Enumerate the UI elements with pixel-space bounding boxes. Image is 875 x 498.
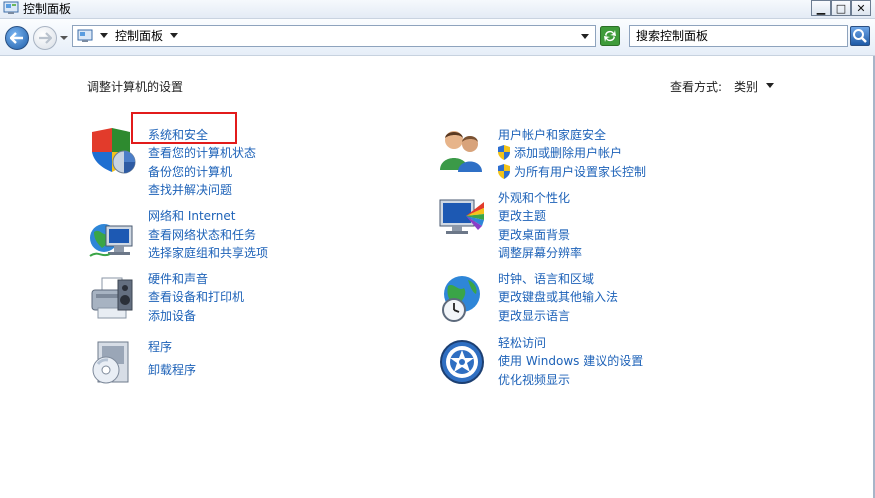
search-icon: [853, 29, 867, 43]
arrow-left-icon: [10, 32, 23, 44]
uac-shield-icon: [498, 145, 510, 160]
monitor-palette-icon[interactable]: [438, 194, 486, 242]
address-bar: 控制面板 搜索控制面板: [0, 19, 875, 56]
programs-disc-icon[interactable]: [88, 338, 136, 386]
clock-globe-icon[interactable]: [438, 274, 486, 322]
address-history-dropdown-icon[interactable]: [581, 33, 589, 41]
page-title: 调整计算机的设置: [87, 80, 184, 94]
category-title-ease-of-access[interactable]: 轻松访问: [498, 335, 546, 351]
link-find-fix-problems[interactable]: 查找并解决问题: [148, 182, 232, 198]
link-view-computer-status[interactable]: 查看您的计算机状态: [148, 145, 256, 161]
link-windows-recommended-settings[interactable]: 使用 Windows 建议的设置: [498, 353, 643, 369]
breadcrumb-arrow-icon[interactable]: [100, 32, 108, 40]
category-title-user-accounts[interactable]: 用户帐户和家庭安全: [498, 127, 606, 143]
content-area: 调整计算机的设置 查看方式: 类别 系统和安全 查看您的计算机状态 备份您的计算…: [0, 56, 875, 498]
arrow-right-icon: [39, 32, 52, 44]
users-icon[interactable]: [438, 126, 486, 174]
link-network-status[interactable]: 查看网络状态和任务: [148, 227, 256, 243]
category-title-programs[interactable]: 程序: [148, 339, 172, 355]
link-change-input-method[interactable]: 更改键盘或其他输入法: [498, 289, 618, 305]
forward-button[interactable]: [33, 26, 57, 50]
window-title: 控制面板: [23, 2, 72, 16]
ease-of-access-icon[interactable]: [438, 338, 486, 386]
network-globe-icon[interactable]: [88, 214, 136, 262]
search-input[interactable]: 搜索控制面板: [629, 25, 848, 47]
uac-shield-icon: [498, 164, 510, 179]
view-by-label: 查看方式:: [670, 80, 723, 94]
view-by-dropdown[interactable]: 类别: [734, 78, 758, 95]
link-display-language[interactable]: 更改显示语言: [498, 308, 570, 324]
security-shield-icon[interactable]: [88, 126, 136, 174]
link-change-theme[interactable]: 更改主题: [498, 208, 546, 224]
category-title-network[interactable]: 网络和 Internet: [148, 208, 235, 224]
breadcrumb-arrow-icon[interactable]: [170, 32, 178, 40]
link-parental-controls[interactable]: 为所有用户设置家长控制: [514, 164, 646, 180]
control-panel-icon: [3, 1, 19, 14]
minimize-button[interactable]: ▁: [811, 0, 831, 16]
link-add-remove-accounts[interactable]: 添加或删除用户帐户: [514, 145, 622, 161]
chevron-down-icon[interactable]: [766, 83, 774, 89]
category-title-clock-language[interactable]: 时钟、语言和区域: [498, 271, 594, 287]
category-title-hardware-sound[interactable]: 硬件和声音: [148, 271, 208, 287]
control-panel-small-icon: [77, 29, 93, 42]
annotation-highlight-box: [131, 112, 237, 144]
printer-icon[interactable]: [88, 274, 136, 322]
category-title-appearance[interactable]: 外观和个性化: [498, 190, 570, 206]
link-devices-printers[interactable]: 查看设备和打印机: [148, 289, 244, 305]
search-button[interactable]: [850, 26, 870, 46]
link-add-device[interactable]: 添加设备: [148, 308, 196, 324]
link-change-background[interactable]: 更改桌面背景: [498, 227, 570, 243]
link-screen-resolution[interactable]: 调整屏幕分辨率: [498, 245, 582, 261]
close-button[interactable]: ✕: [851, 0, 871, 16]
address-path[interactable]: 控制面板: [72, 25, 596, 47]
breadcrumb-control-panel[interactable]: 控制面板: [115, 28, 163, 44]
title-bar: 控制面板 ▁ □ ✕: [0, 0, 875, 19]
recent-pages-dropdown-icon[interactable]: [60, 34, 68, 42]
back-button[interactable]: [5, 26, 29, 50]
link-homegroup-sharing[interactable]: 选择家庭组和共享选项: [148, 245, 268, 261]
link-backup-computer[interactable]: 备份您的计算机: [148, 164, 232, 180]
link-optimize-video[interactable]: 优化视频显示: [498, 372, 570, 388]
link-uninstall-program[interactable]: 卸载程序: [148, 362, 196, 378]
maximize-button[interactable]: □: [831, 0, 851, 16]
refresh-icon[interactable]: [600, 26, 620, 46]
